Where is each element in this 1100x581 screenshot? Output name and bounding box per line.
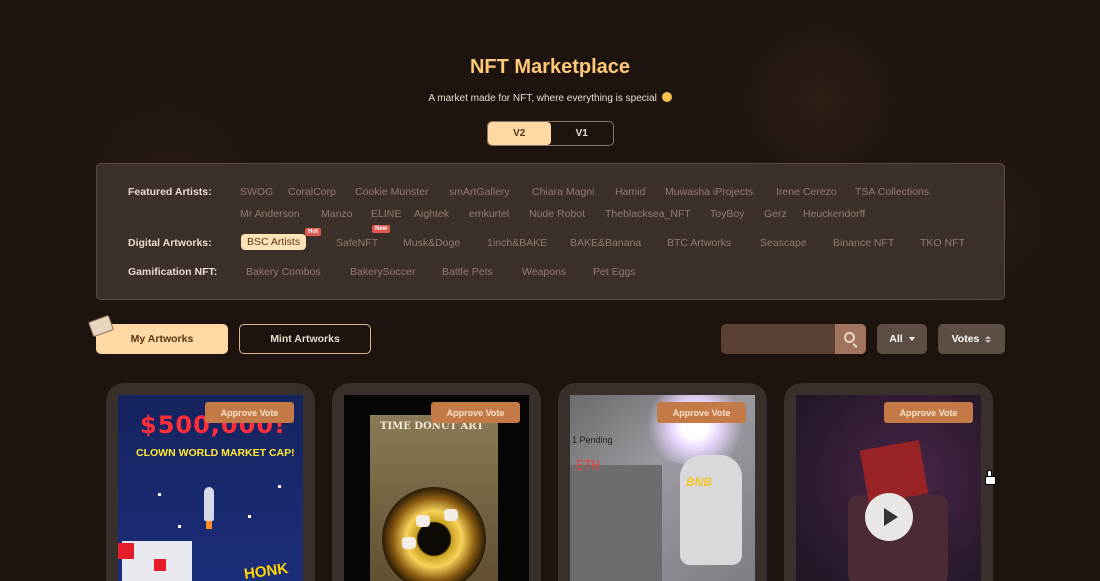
icing-icon (444, 509, 458, 521)
gamification-chip[interactable]: Bakery Combos (246, 266, 321, 278)
mint-artworks-button[interactable]: Mint Artworks (239, 324, 371, 354)
approve-vote-button[interactable]: Approve Vote (431, 402, 520, 423)
sort-dropdown[interactable]: Votes (938, 324, 1005, 354)
version-toggle: V2 V1 (487, 121, 614, 146)
artwork-card[interactable]: Approve Vote (784, 383, 993, 581)
gamification-chip[interactable]: Pet Eggs (593, 266, 636, 278)
my-artworks-button[interactable]: My Artworks (96, 324, 228, 354)
featured-artist-chip[interactable]: ELINE (371, 208, 401, 220)
featured-artists-label: Featured Artists: (128, 186, 212, 198)
star-icon (178, 525, 181, 528)
chevron-down-icon (908, 337, 915, 341)
digital-artwork-chip[interactable]: BAKE&Banana (570, 237, 641, 249)
page-subtitle: A market made for NFT, where everything … (0, 92, 1100, 104)
rocket-icon (204, 487, 214, 529)
gamification-chip[interactable]: Battle Pets (442, 266, 493, 278)
featured-artist-chip[interactable]: Aightek (414, 208, 449, 220)
approve-vote-button[interactable]: Approve Vote (884, 402, 973, 423)
digital-artwork-chip[interactable]: SafeNFT (336, 237, 378, 249)
page-title: NFT Marketplace (469, 56, 631, 78)
artwork-card[interactable]: 1 Pending ETH BNB Approve Vote (558, 383, 767, 581)
digital-artworks-label: Digital Artworks: (128, 237, 212, 249)
filter-panel: Featured Artists: SWOG CoralCorp Cookie … (96, 163, 1005, 300)
art-text: 1 Pending (572, 435, 613, 445)
featured-artist-chip[interactable]: smArtGallery (449, 186, 510, 198)
art-text: BNB (686, 475, 712, 489)
clown-icon (118, 541, 192, 581)
featured-artist-chip[interactable]: Chiara Magni (532, 186, 594, 198)
digital-artwork-chip-selected[interactable]: BSC Artists (241, 234, 307, 250)
donut-icon (382, 487, 486, 581)
art-text: ETH (576, 459, 600, 474)
digital-artwork-chip[interactable]: Musk&Doge (403, 237, 460, 249)
featured-artist-chip[interactable]: Hamid (615, 186, 645, 198)
new-badge: New (372, 225, 391, 233)
star-icon (158, 493, 161, 496)
gamification-chip[interactable]: Weapons (522, 266, 566, 278)
approve-vote-button[interactable]: Approve Vote (657, 402, 746, 423)
version-v1-tab[interactable]: V1 (551, 122, 614, 145)
approve-vote-button[interactable]: Approve Vote (205, 402, 294, 423)
hand-cursor-icon (985, 470, 996, 485)
artwork-card[interactable]: TIME DONUT ART Approve Vote (332, 383, 541, 581)
sort-icon (985, 335, 992, 343)
featured-artist-chip[interactable]: TSA Collections (855, 186, 929, 198)
art-text: HONK (243, 560, 290, 581)
play-icon (884, 508, 898, 526)
featured-artist-chip[interactable]: Cookie Munster (355, 186, 429, 198)
search-icon (844, 332, 855, 343)
search-button[interactable] (835, 324, 866, 354)
featured-artist-chip[interactable]: Muwasha iProjects (665, 186, 753, 198)
subtitle-text: A market made for NFT, where everything … (428, 93, 657, 104)
sort-dropdown-label: Votes (951, 333, 980, 345)
digital-artwork-chip[interactable]: 1inch&BAKE (487, 237, 547, 249)
star-icon (248, 515, 251, 518)
featured-artist-chip[interactable]: Gerz (764, 208, 787, 220)
featured-artist-chip[interactable]: emkurtel (469, 208, 509, 220)
digital-artwork-chip[interactable]: BTC Artworks (667, 237, 731, 249)
art-text: CLOWN WORLD MARKET CAP! (136, 447, 295, 459)
gamification-chip[interactable]: BakerySoccer (350, 266, 415, 278)
hot-badge: Hot (305, 228, 321, 236)
digital-artwork-chip[interactable]: Binance NFT (833, 237, 894, 249)
smile-emoji-icon (661, 92, 672, 102)
featured-artist-chip[interactable]: Manzo (321, 208, 353, 220)
filter-dropdown[interactable]: All (877, 324, 927, 354)
icing-icon (402, 537, 416, 549)
play-button[interactable] (865, 493, 913, 541)
featured-artist-chip[interactable]: ToyBoy (710, 208, 744, 220)
star-icon (278, 485, 281, 488)
icing-icon (416, 515, 430, 527)
featured-artist-chip[interactable]: Irene Cerezo (776, 186, 837, 198)
featured-artist-chip[interactable]: Theblacksea_NFT (605, 208, 691, 220)
featured-artist-chip[interactable]: Mr Anderson (240, 208, 300, 220)
artwork-card[interactable]: $500,000! CLOWN WORLD MARKET CAP! HONK A… (106, 383, 315, 581)
version-v2-tab[interactable]: V2 (488, 122, 551, 145)
gamification-nft-label: Gamification NFT: (128, 266, 218, 278)
toy-figure (680, 455, 742, 565)
digital-artwork-chip[interactable]: Seascape (760, 237, 807, 249)
featured-artist-chip[interactable]: Heuckendorff (803, 208, 865, 220)
art-panel (570, 465, 662, 581)
digital-artwork-chip[interactable]: TKO NFT (920, 237, 965, 249)
featured-artist-chip[interactable]: Nude Robot (529, 208, 585, 220)
filter-dropdown-label: All (889, 333, 903, 345)
featured-artist-chip[interactable]: SWOG (240, 186, 273, 198)
featured-artist-chip[interactable]: CoralCorp (288, 186, 336, 198)
